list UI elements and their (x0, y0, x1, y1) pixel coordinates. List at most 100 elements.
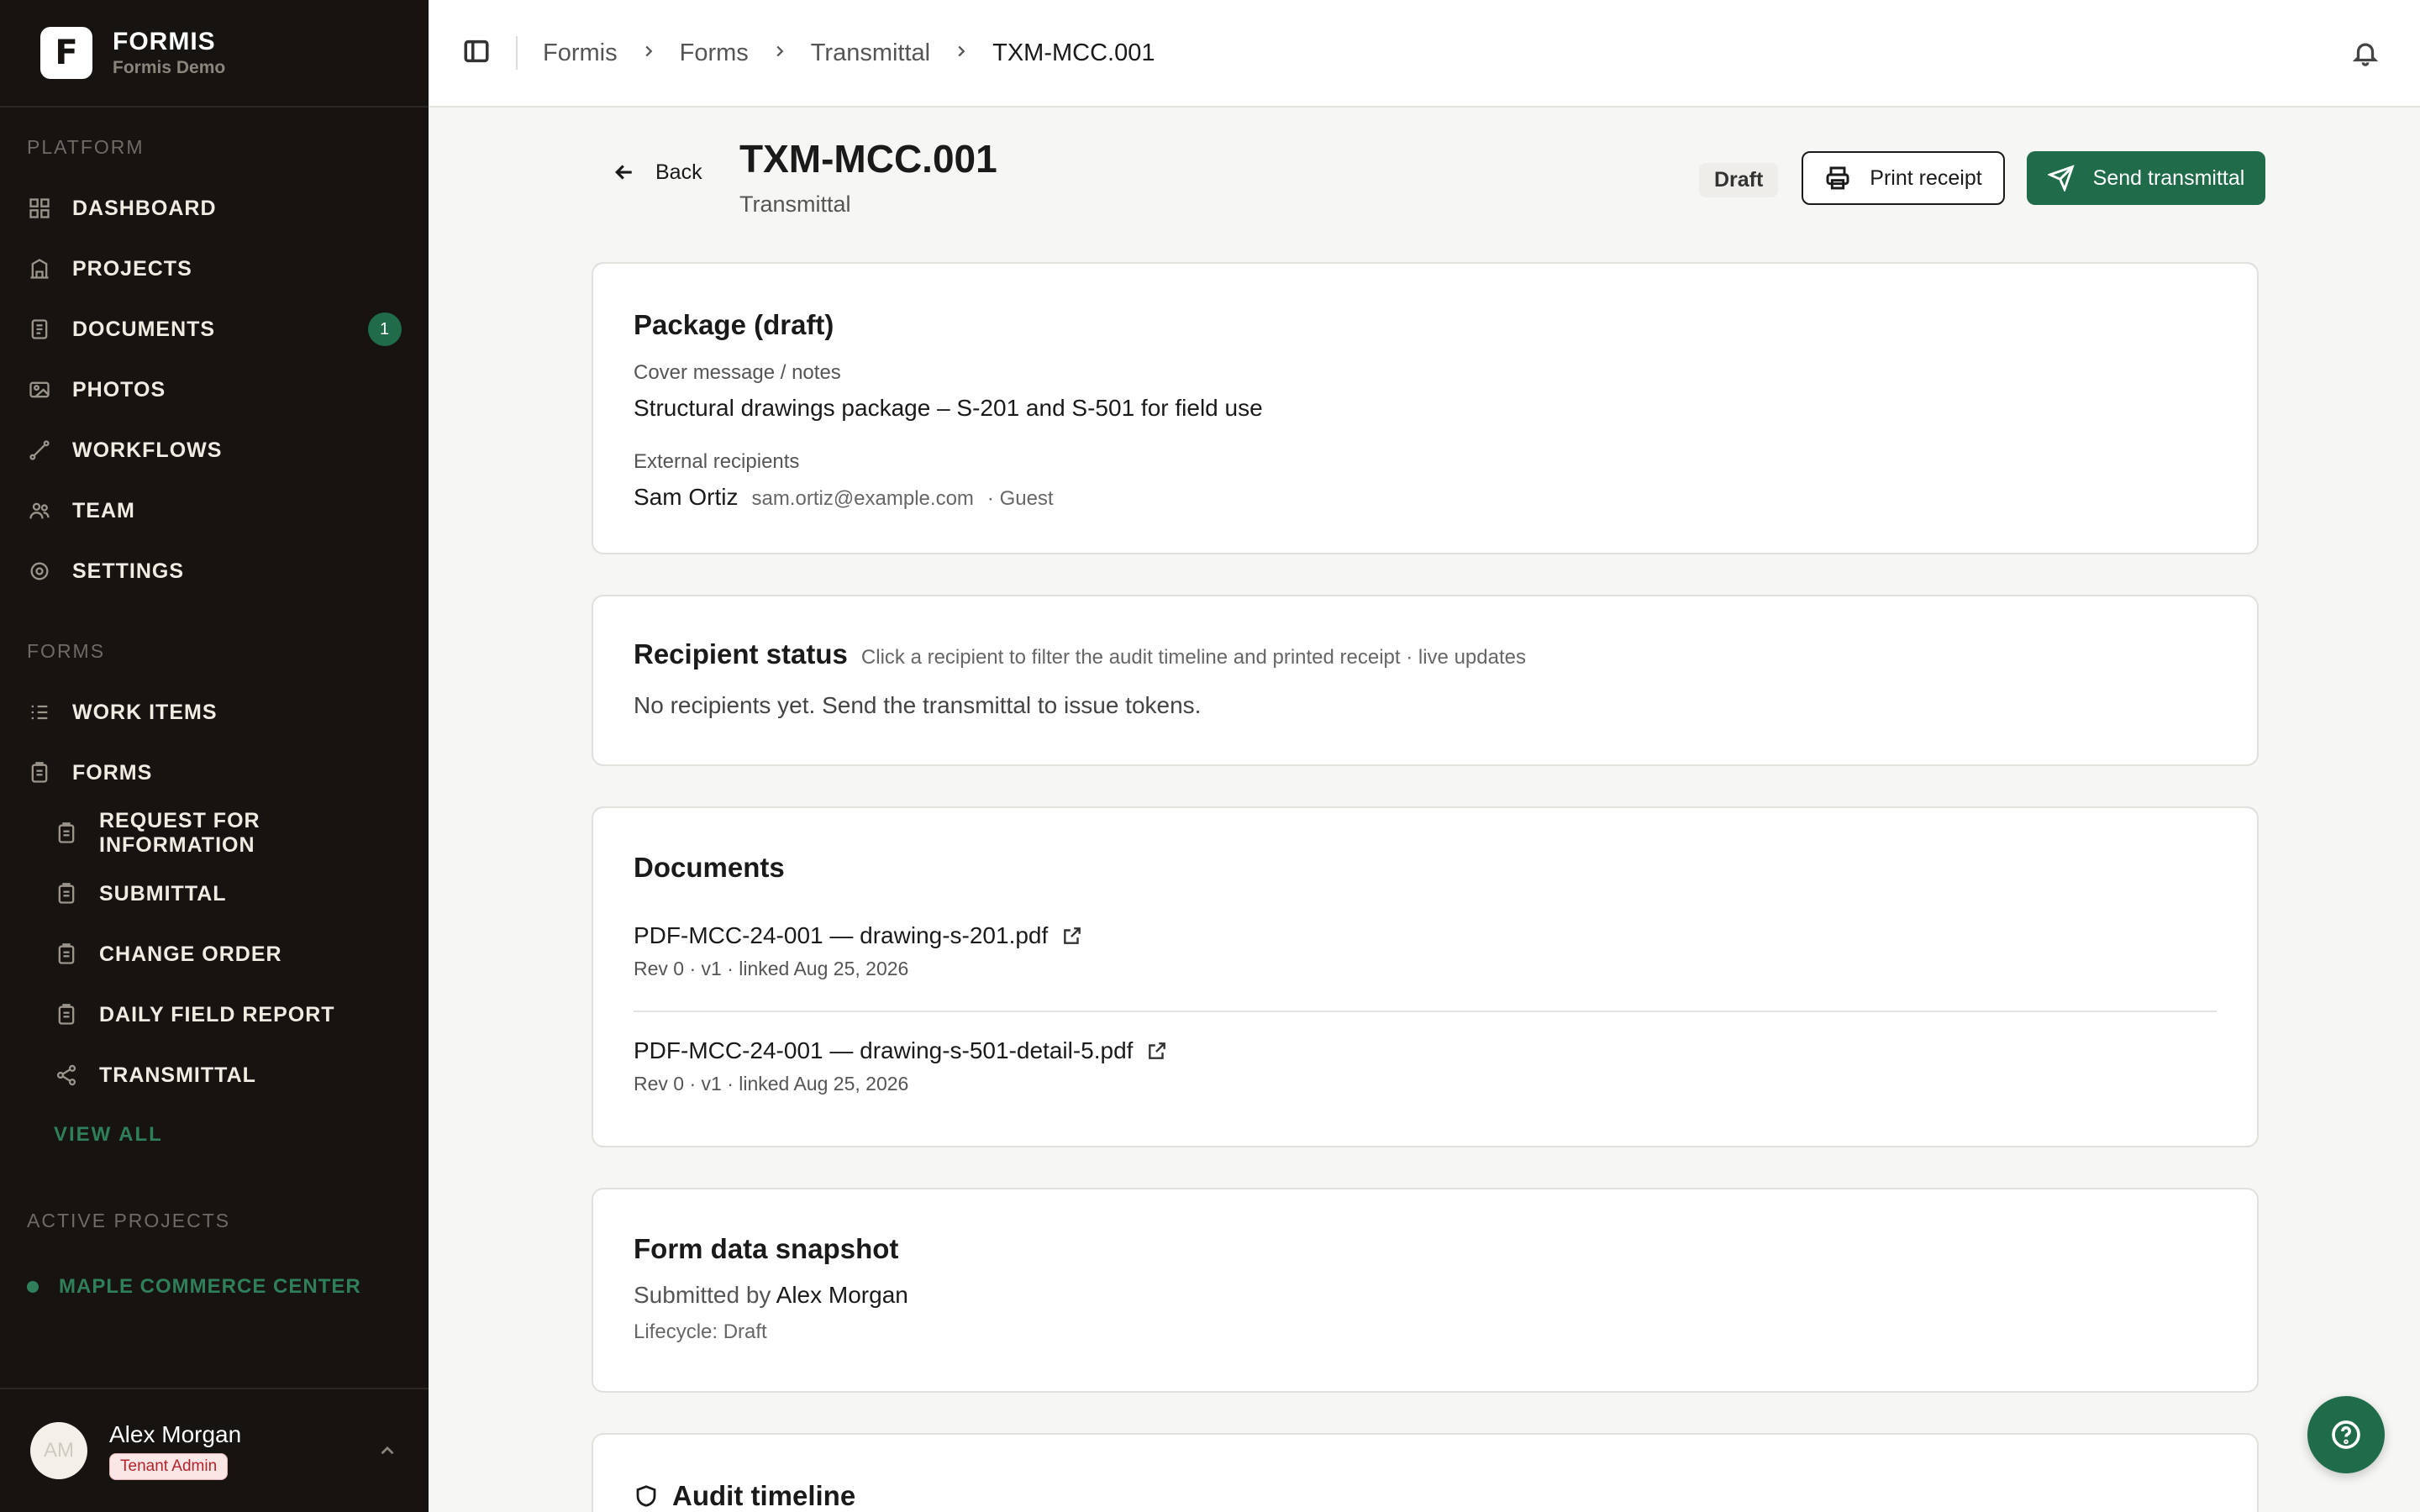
sidebar-item-submittal[interactable]: SUBMITTAL (0, 864, 429, 924)
clipboard-icon (54, 821, 79, 846)
page-title: TXM-MCC.001 (739, 137, 997, 181)
print-receipt-label: Print receipt (1870, 165, 1982, 190)
submitted-by-prefix: Submitted by (634, 1282, 771, 1308)
chevron-right-icon (749, 39, 811, 67)
document-meta: Rev 0 · v1 · linked Aug 25, 2026 (634, 1073, 909, 1095)
sidebar-item-dashboard[interactable]: DASHBOARD (0, 178, 429, 239)
active-project-item[interactable]: MAPLE COMMERCE CENTER (0, 1262, 429, 1312)
sidebar-item-label: SUBMITTAL (99, 881, 227, 906)
audit-timeline-title: Audit timeline (672, 1480, 856, 1511)
sidebar-item-label: DOCUMENTS (72, 317, 216, 341)
recipient-status-empty: No recipients yet. Send the transmittal … (634, 692, 1202, 718)
sidebar: F FORMIS Formis Demo PLATFORM DASHBOARD … (0, 0, 429, 1512)
sidebar-item-change-order[interactable]: CHANGE ORDER (0, 924, 429, 984)
divider (634, 1011, 2217, 1012)
breadcrumb-forms[interactable]: Forms (680, 39, 749, 67)
package-title: Package (draft) (634, 309, 834, 340)
package-card: Package (draft) Cover message / notes St… (592, 262, 2259, 554)
documents-title: Documents (634, 852, 785, 883)
sidebar-item-transmittal[interactable]: TRANSMITTAL (0, 1045, 429, 1105)
cover-message-value: Structural drawings package – S-201 and … (634, 395, 1263, 421)
send-transmittal-button[interactable]: Send transmittal (2027, 151, 2265, 205)
sidebar-item-label: PROJECTS (72, 256, 192, 281)
breadcrumb-transmittal[interactable]: Transmittal (811, 39, 930, 67)
grid-icon (27, 196, 52, 221)
view-all-forms-link[interactable]: VIEW ALL (0, 1105, 429, 1164)
breadcrumb-formis[interactable]: Formis (543, 39, 618, 67)
bell-icon[interactable] (2351, 39, 2380, 71)
sidebar-item-work-items[interactable]: WORK ITEMS (0, 682, 429, 743)
sidebar-item-forms[interactable]: FORMS (0, 743, 429, 803)
recipient-status-title: Recipient status (634, 638, 848, 669)
sidebar-item-label: TRANSMITTAL (99, 1063, 256, 1087)
sidebar-item-label: WORKFLOWS (72, 438, 223, 462)
cover-message-label: Cover message / notes (634, 361, 841, 384)
sidebar-item-daily-field-report[interactable]: DAILY FIELD REPORT (0, 984, 429, 1045)
documents-count-badge: 1 (368, 312, 402, 346)
chevron-up-icon[interactable] (376, 1440, 398, 1462)
formis-logo: F (40, 27, 92, 79)
submitted-by-name: Alex Morgan (776, 1282, 908, 1308)
role-badge: Tenant Admin (109, 1453, 229, 1480)
sidebar-item-label: REQUEST FOR INFORMATION (99, 809, 260, 857)
sidebar-item-documents[interactable]: DOCUMENTS 1 (0, 299, 429, 360)
team-icon (27, 498, 52, 523)
documents-card: Documents PDF-MCC-24-001 — drawing-s-201… (592, 806, 2259, 1147)
page-header: Back TXM-MCC.001 Transmittal Draft Print… (612, 136, 2284, 220)
brand[interactable]: F FORMIS Formis Demo (0, 0, 429, 108)
breadcrumb-current: TXM-MCC.001 (992, 39, 1155, 66)
sidebar-item-label: FORMS (72, 760, 153, 785)
building-icon (27, 256, 52, 281)
forms-section-label: FORMS (27, 640, 106, 662)
send-icon (2047, 165, 2075, 192)
print-receipt-button[interactable]: Print receipt (1802, 151, 2005, 205)
sidebar-item-team[interactable]: TEAM (0, 480, 429, 541)
user-name: Alex Morgan (109, 1421, 242, 1447)
brand-tenant: Formis Demo (113, 58, 226, 77)
status-badge: Draft (1699, 163, 1779, 197)
sidebar-item-projects[interactable]: PROJECTS (0, 239, 429, 299)
sidebar-item-label: PHOTOS (72, 377, 166, 402)
submitted-by-row: Submitted by Alex Morgan (634, 1282, 2217, 1309)
sidebar-item-workflows[interactable]: WORKFLOWS (0, 420, 429, 480)
recipient-name: Sam Ortiz (634, 484, 739, 510)
photos-icon (27, 377, 52, 402)
document-name[interactable]: PDF-MCC-24-001 — drawing-s-501-detail-5.… (634, 1037, 1133, 1064)
recipient-status-hint: Click a recipient to filter the audit ti… (860, 646, 1526, 669)
sidebar-item-request-for-information[interactable]: REQUEST FOR INFORMATION (0, 803, 429, 864)
sidebar-toggle-icon[interactable] (462, 37, 491, 70)
brand-name: FORMIS (113, 28, 216, 55)
share-icon (54, 1063, 79, 1088)
lifecycle-status: Lifecycle: Draft (634, 1320, 767, 1343)
document-name[interactable]: PDF-MCC-24-001 — drawing-s-201.pdf (634, 922, 1048, 949)
back-button[interactable]: Back (612, 160, 702, 185)
form-data-snapshot-card: Form data snapshot Submitted by Alex Mor… (592, 1188, 2259, 1393)
external-recipients-label: External recipients (634, 450, 800, 473)
gear-icon (27, 559, 52, 584)
external-link-icon (1064, 927, 1081, 944)
page-subtitle: Transmittal (739, 192, 851, 217)
sidebar-item-label: DASHBOARD (72, 196, 217, 220)
clipboard-icon (54, 942, 79, 967)
recipient-row: Sam Ortiz sam.ortiz@example.com · Guest (634, 484, 2217, 511)
recipient-status-card: Recipient status Click a recipient to fi… (592, 595, 2259, 766)
recipient-type: · Guest (986, 487, 1054, 510)
sidebar-item-photos[interactable]: PHOTOS (0, 360, 429, 420)
help-button[interactable] (2307, 1396, 2385, 1473)
platform-section-label: PLATFORM (27, 136, 145, 158)
list-item[interactable]: PDF-MCC-24-001 — drawing-s-501-detail-5.… (634, 1037, 2217, 1095)
arrow-left-icon (615, 165, 632, 180)
document-meta: Rev 0 · v1 · linked Aug 25, 2026 (634, 958, 909, 979)
external-link-icon (1149, 1042, 1166, 1059)
clipboard-icon (54, 1002, 79, 1027)
printer-icon (1826, 166, 1849, 190)
snapshot-title: Form data snapshot (634, 1233, 899, 1264)
list-icon (27, 700, 52, 725)
workflow-icon (27, 438, 52, 463)
list-item[interactable]: PDF-MCC-24-001 — drawing-s-201.pdf Rev 0… (634, 922, 2217, 980)
user-menu[interactable]: AM Alex Morgan Tenant Admin (0, 1388, 429, 1512)
sidebar-item-label: WORK ITEMS (72, 700, 218, 724)
sidebar-item-settings[interactable]: SETTINGS (0, 541, 429, 601)
clipboard-icon (54, 881, 79, 906)
project-status-dot (27, 1281, 39, 1293)
